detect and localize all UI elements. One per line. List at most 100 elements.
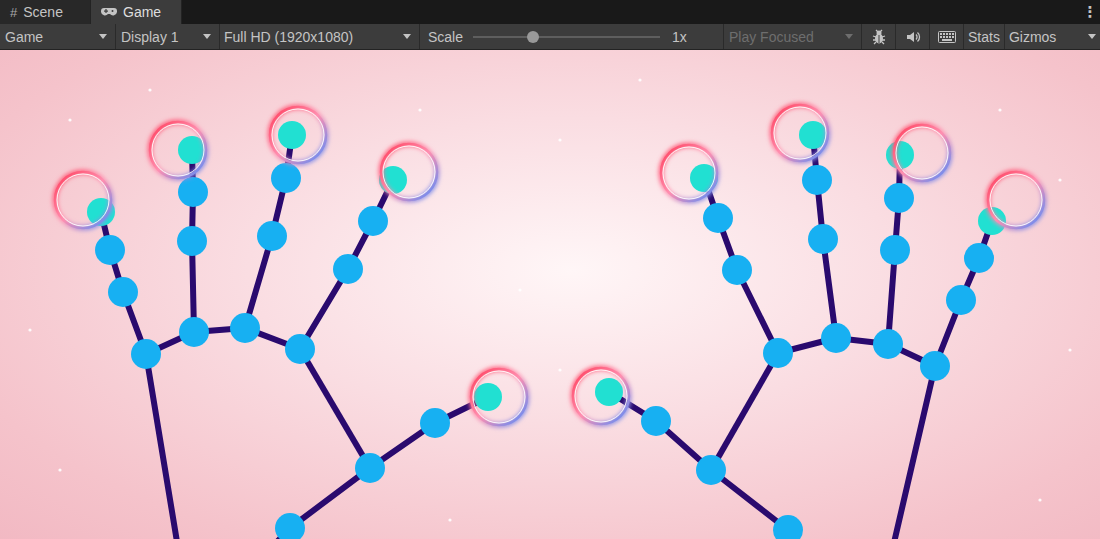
hand-joint: [178, 177, 208, 207]
hand-joint: [108, 277, 138, 307]
dropdown-arrow-icon: [845, 34, 853, 39]
mute-audio-button[interactable]: [896, 24, 930, 49]
fingertip-ring: [471, 369, 527, 425]
dropdown-arrow-icon: [403, 34, 411, 39]
sparkle: [148, 88, 151, 91]
scene-icon: #: [10, 5, 17, 20]
dropdown-arrow-icon: [1088, 34, 1096, 39]
game-toolbar: Game Display 1 Full HD (1920x1080) Scale…: [0, 24, 1100, 50]
resolution-dropdown[interactable]: Full HD (1920x1080): [220, 24, 420, 49]
tab-bar: # Scene Game ⋮: [0, 0, 1100, 24]
more-menu-button[interactable]: ⋮: [1080, 0, 1100, 24]
fingertip: [474, 383, 502, 411]
fingertip-ring: [894, 125, 950, 181]
bug-icon: [871, 29, 887, 45]
hand-bone: [260, 397, 488, 539]
fingertip-ring: [150, 122, 206, 178]
hand-bone: [778, 338, 935, 366]
tab-label: Game: [123, 4, 161, 20]
hand-bone: [711, 353, 778, 470]
sparkle: [28, 328, 31, 331]
slider-knob[interactable]: [527, 31, 539, 43]
sparkle: [638, 78, 641, 81]
display-dropdown[interactable]: Display 1: [116, 24, 220, 49]
keyboard-icon: [938, 31, 956, 43]
hand-bone: [704, 178, 778, 353]
toolbar-toggle[interactable]: Stats: [964, 24, 1005, 49]
hand-joint: [880, 235, 910, 265]
hand-skeleton: [573, 105, 1044, 539]
sparkle: [448, 518, 451, 521]
hand-bone: [300, 180, 393, 349]
fingertip: [886, 141, 914, 169]
sparkle: [418, 108, 421, 111]
hand-bone: [300, 349, 370, 468]
hand-tracking-canvas: [0, 50, 1100, 539]
scale-slider[interactable]: [473, 36, 660, 38]
hand-joint: [884, 183, 914, 213]
hand-joint: [920, 351, 950, 381]
hand-joint: [641, 406, 671, 436]
hand-bone: [609, 392, 810, 539]
dropdown-arrow-icon: [203, 34, 211, 39]
sparkle: [558, 368, 561, 371]
hand-joint: [230, 313, 260, 343]
hand-joint: [355, 453, 385, 483]
gamepad-icon: [101, 7, 117, 17]
fingertip: [278, 121, 306, 149]
sparkle: [1038, 498, 1041, 501]
hand-joint: [257, 221, 287, 251]
hand-joint: [177, 226, 207, 256]
hand-joint: [131, 339, 161, 369]
shortcuts-button[interactable]: [930, 24, 964, 49]
fingertip-ring: [772, 105, 828, 161]
hand-joint: [722, 255, 752, 285]
fingertip-ring: [270, 107, 326, 163]
hand-skeleton: [55, 107, 527, 539]
play-mode-dropdown[interactable]: Play Focused: [724, 24, 862, 49]
hand-joint: [696, 455, 726, 485]
scale-control: Scale 1x: [420, 24, 724, 49]
hand-joint: [275, 513, 305, 539]
sparkle: [1068, 348, 1071, 351]
debug-button[interactable]: [862, 24, 896, 49]
view-tab[interactable]: # Scene: [0, 0, 91, 24]
toolbar-toggle[interactable]: Gizmos: [1005, 24, 1100, 49]
unity-editor: # Scene Game ⋮ Game Display 1 Full HD (1…: [0, 0, 1100, 539]
scale-label: Scale: [428, 29, 463, 45]
view-tab[interactable]: Game: [91, 0, 182, 24]
hand-joint: [333, 254, 363, 284]
view-mode-dropdown[interactable]: Game: [0, 24, 116, 49]
fingertip-ring: [573, 368, 629, 424]
fingertip-ring: [55, 172, 111, 228]
hand-joint: [763, 338, 793, 368]
fingertip-ring: [661, 145, 717, 201]
hand-joint: [773, 515, 803, 539]
hand-joint: [964, 243, 994, 273]
hand-joint: [420, 408, 450, 438]
hand-joint: [946, 285, 976, 315]
fingertip-ring: [988, 172, 1044, 228]
hand-joint: [808, 224, 838, 254]
sparkle: [998, 108, 1001, 111]
sparkle: [68, 118, 71, 121]
hand-joint: [358, 206, 388, 236]
hand-bone: [146, 328, 300, 354]
hand-joint: [95, 235, 125, 265]
hand-joint: [802, 165, 832, 195]
fingertip-ring: [381, 144, 437, 200]
scale-reading: 1x: [672, 29, 687, 45]
hand-joint: [873, 329, 903, 359]
sparkle: [58, 468, 61, 471]
hand-joint: [179, 317, 209, 347]
sparkle: [558, 138, 561, 141]
hand-joint: [703, 203, 733, 233]
hand-joint: [271, 163, 301, 193]
tab-label: Scene: [23, 4, 63, 20]
dropdown-arrow-icon: [99, 34, 107, 39]
sparkle: [518, 288, 521, 291]
game-view: [0, 50, 1100, 539]
speaker-icon: [905, 29, 921, 45]
sparkle: [1058, 178, 1061, 181]
hand-joint: [285, 334, 315, 364]
